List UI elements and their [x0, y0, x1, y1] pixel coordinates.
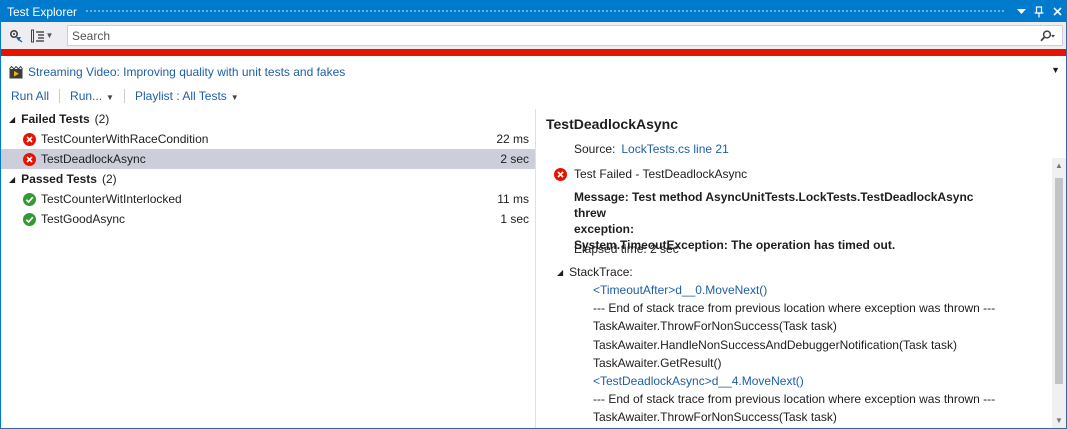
- stack-frame: --- End of stack trace from previous loc…: [593, 301, 996, 316]
- close-button[interactable]: [1048, 3, 1066, 21]
- pin-button[interactable]: [1030, 3, 1048, 21]
- run-settings-icon: [9, 29, 23, 43]
- chevron-down-icon: ▼: [230, 93, 239, 102]
- result-text: Test Failed - TestDeadlockAsync: [574, 167, 748, 181]
- failed-icon: [23, 152, 36, 166]
- chevron-down-icon: ▼: [106, 93, 114, 102]
- group-count: (2): [101, 172, 117, 186]
- chevron-down-icon: ▼: [45, 31, 54, 40]
- test-name: TestDeadlockAsync: [41, 152, 146, 166]
- stacktrace-lines: <TimeoutAfter>d__0.MoveNext() --- End of…: [593, 281, 995, 427]
- expand-triangle-icon[interactable]: ◢: [557, 268, 563, 277]
- passed-tests-group[interactable]: ◢ Passed Tests (2): [1, 169, 535, 189]
- stack-frame-link[interactable]: <TimeoutAfter>d__0.MoveNext(): [593, 281, 995, 299]
- group-label: Failed Tests: [21, 112, 90, 126]
- failed-icon: [554, 167, 567, 181]
- test-row[interactable]: TestCounterWitInterlocked 11 ms: [1, 189, 535, 209]
- playlist-label: Playlist : All Tests: [134, 89, 227, 103]
- source-line: Source: LockTests.cs line 21: [574, 142, 729, 156]
- separator: [59, 89, 61, 103]
- close-icon: [1052, 7, 1062, 16]
- message-line: Message: Test method AsyncUnitTests.Lock…: [574, 190, 974, 220]
- expand-triangle-icon[interactable]: ◢: [9, 115, 15, 124]
- stacktrace-header[interactable]: ◢ StackTrace:: [557, 265, 633, 279]
- scrollbar-thumb[interactable]: [1055, 178, 1063, 384]
- scroll-up-icon[interactable]: ▲: [1055, 161, 1063, 170]
- test-duration: 1 sec: [500, 212, 529, 226]
- search-button[interactable]: [1034, 26, 1062, 45]
- message-line: exception:: [574, 222, 635, 236]
- pin-icon: [1034, 5, 1044, 17]
- title-grip[interactable]: [85, 9, 1006, 14]
- window-title: Test Explorer: [7, 4, 78, 19]
- search-icon: [1040, 29, 1055, 41]
- test-detail-pane: TestDeadlockAsync Source: LockTests.cs li…: [537, 109, 1066, 428]
- result-line: Test Failed - TestDeadlockAsync: [554, 167, 747, 181]
- stack-frame: --- End of stack trace from previous loc…: [593, 392, 996, 407]
- failed-icon: [23, 132, 36, 146]
- test-duration: 11 ms: [497, 192, 529, 206]
- chevron-down-icon: [1016, 8, 1026, 14]
- run-all-button[interactable]: Run All: [11, 89, 49, 103]
- playlist-dropdown[interactable]: Playlist : All Tests ▼: [135, 89, 239, 103]
- source-label: Source:: [574, 142, 616, 156]
- streaming-video-link[interactable]: Streaming Video: Improving quality with …: [28, 65, 345, 79]
- stack-frame: TaskAwaiter.HandleNonSuccessAndDebuggerN…: [593, 337, 957, 352]
- passed-icon: [23, 212, 36, 226]
- test-name: TestGoodAsync: [41, 212, 126, 226]
- source-link[interactable]: LockTests.cs line 21: [621, 142, 728, 156]
- test-row-selected[interactable]: TestDeadlockAsync 2 sec: [1, 149, 535, 169]
- test-name: TestCounterWitInterlocked: [41, 192, 182, 206]
- window-menu-dropdown-button[interactable]: [1012, 3, 1030, 21]
- run-label: Run...: [70, 89, 103, 103]
- passed-icon: [23, 192, 36, 206]
- info-bar: Streaming Video: Improving quality with …: [1, 61, 1066, 83]
- run-dropdown[interactable]: Run... ▼: [70, 89, 114, 103]
- group-by-icon: [30, 29, 44, 42]
- failed-tests-group[interactable]: ◢ Failed Tests (2): [1, 109, 535, 129]
- toolbar: ▼: [1, 22, 1066, 49]
- stack-frame: TaskAwaiter.ThrowForNonSuccess(Task task…: [593, 319, 837, 334]
- info-dropdown-button[interactable]: ▼: [1051, 65, 1060, 75]
- group-by-button[interactable]: ▼: [27, 26, 57, 46]
- command-bar: Run All Run... ▼ Playlist : All Tests ▼: [1, 85, 601, 107]
- detail-title: TestDeadlockAsync: [546, 116, 679, 132]
- search-box: [67, 25, 1063, 46]
- run-settings-button[interactable]: [5, 26, 27, 46]
- stack-frame: TaskAwaiter.ThrowForNonSuccess(Task task…: [593, 410, 837, 425]
- group-count: (2): [94, 112, 110, 126]
- stacktrace-label: StackTrace:: [569, 265, 633, 279]
- search-input[interactable]: [68, 26, 1034, 45]
- stack-frame: TaskAwaiter.GetResult(): [593, 355, 722, 370]
- separator: [123, 89, 125, 103]
- vertical-scrollbar[interactable]: ▲ ▼: [1052, 158, 1066, 428]
- test-list: ◢ Failed Tests (2) TestCounterWithRaceCo…: [1, 109, 536, 428]
- test-row[interactable]: TestGoodAsync 1 sec: [1, 209, 535, 229]
- stack-frame-link[interactable]: <TestDeadlockAsync>d__4.MoveNext(): [593, 372, 995, 390]
- group-label: Passed Tests: [21, 172, 97, 186]
- test-duration: 2 sec: [500, 152, 529, 166]
- scroll-down-icon[interactable]: ▼: [1055, 416, 1063, 425]
- test-name: TestCounterWithRaceCondition: [41, 132, 209, 146]
- video-icon: [9, 65, 23, 78]
- test-result-status-bar: [1, 49, 1066, 56]
- test-row[interactable]: TestCounterWithRaceCondition 22 ms: [1, 129, 535, 149]
- expand-triangle-icon[interactable]: ◢: [9, 175, 15, 184]
- title-bar: Test Explorer: [1, 1, 1066, 22]
- test-duration: 22 ms: [496, 132, 529, 146]
- elapsed-time: Elapsed time: 2 sec: [574, 242, 679, 256]
- test-explorer-window: Test Explorer ▼ Search Streaming Video: …: [0, 0, 1067, 429]
